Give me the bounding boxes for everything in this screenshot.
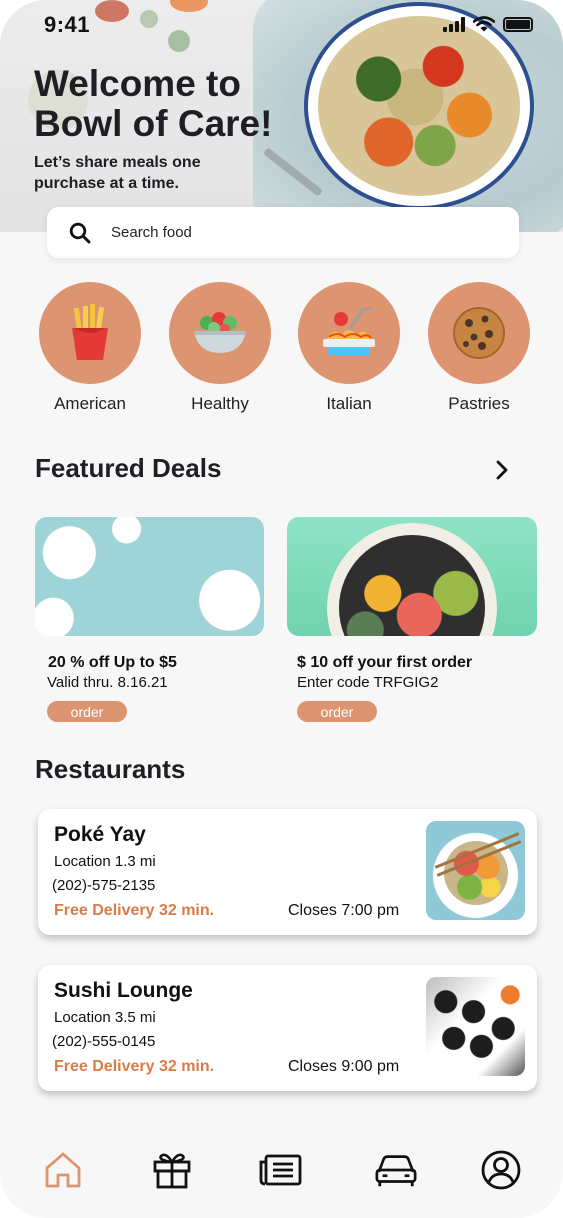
restaurant-closing-time: Closes 7:00 pm bbox=[288, 902, 400, 919]
gift-icon bbox=[153, 1153, 191, 1189]
search-input[interactable] bbox=[111, 224, 491, 241]
cookie-icon bbox=[453, 307, 505, 359]
hero-banner: 9:41 Welcome to Bowl of Care! Let’s shar… bbox=[0, 0, 563, 232]
category-healthy[interactable]: Healthy bbox=[168, 282, 272, 414]
nav-profile[interactable] bbox=[479, 1148, 523, 1192]
deal-card-1[interactable]: 20 % off Up to $5 Valid thru. 8.16.21 or… bbox=[35, 517, 264, 722]
news-icon bbox=[259, 1154, 302, 1186]
fries-icon bbox=[72, 304, 108, 360]
deal-subtitle: Valid thru. 8.16.21 bbox=[47, 674, 168, 691]
restaurant-name: Sushi Lounge bbox=[54, 979, 193, 1002]
restaurant-card-sushi-lounge[interactable]: Sushi Lounge Location 3.5 mi (202)-555-0… bbox=[38, 965, 537, 1091]
car-icon bbox=[375, 1155, 417, 1187]
order-button[interactable]: order bbox=[47, 701, 127, 722]
restaurant-image-sushi bbox=[426, 977, 525, 1076]
deal-subtitle: Enter code TRFGIG2 bbox=[297, 674, 439, 691]
category-pastries[interactable]: Pastries bbox=[427, 282, 531, 414]
nav-home[interactable] bbox=[41, 1148, 85, 1192]
chevron-right-icon[interactable] bbox=[492, 459, 512, 481]
deal-title: $ 10 off your first order bbox=[297, 654, 473, 671]
status-time: 9:41 bbox=[44, 12, 91, 37]
bottom-navigation bbox=[0, 1130, 563, 1218]
search-bar[interactable] bbox=[47, 207, 519, 258]
signal-icon bbox=[443, 16, 465, 32]
category-label: Pastries bbox=[448, 394, 510, 413]
category-italian[interactable]: Italian bbox=[297, 282, 401, 414]
restaurant-location: Location 3.5 mi bbox=[54, 1009, 156, 1026]
category-pastries-circle[interactable] bbox=[428, 282, 530, 384]
category-american-circle[interactable] bbox=[39, 282, 141, 384]
restaurant-phone[interactable]: (202)-555-0145 bbox=[52, 1033, 155, 1050]
status-icons bbox=[443, 16, 533, 32]
restaurant-name: Poké Yay bbox=[54, 823, 146, 846]
nav-news[interactable] bbox=[258, 1148, 302, 1192]
category-italian-circle[interactable] bbox=[298, 282, 400, 384]
deal-image-poke-bowl[interactable] bbox=[287, 517, 537, 636]
salad-icon bbox=[194, 312, 246, 353]
pasta-icon bbox=[323, 307, 375, 355]
profile-icon bbox=[481, 1150, 521, 1190]
deal-image-salads[interactable] bbox=[35, 517, 264, 636]
search-icon bbox=[69, 222, 91, 243]
home-icon bbox=[45, 1152, 81, 1188]
restaurant-image-poke bbox=[426, 821, 525, 920]
restaurants-title: Restaurants bbox=[35, 754, 186, 784]
restaurant-phone[interactable]: (202)-575-2135 bbox=[52, 877, 155, 894]
hero-title: Welcome to Bowl of Care! bbox=[34, 63, 273, 144]
restaurant-card-poke-yay[interactable]: Poké Yay Location 1.3 mi (202)-575-2135 … bbox=[38, 809, 537, 935]
category-american[interactable]: American bbox=[38, 282, 142, 414]
nav-gifts[interactable] bbox=[150, 1148, 194, 1192]
restaurant-location: Location 1.3 mi bbox=[54, 853, 156, 870]
restaurant-closing-time: Closes 9:00 pm bbox=[288, 1058, 400, 1075]
restaurant-delivery: Free Delivery 32 min. bbox=[54, 902, 215, 919]
deal-card-2[interactable]: $ 10 off your first order Enter code TRF… bbox=[287, 517, 537, 722]
wifi-icon bbox=[473, 16, 495, 32]
hero-bowl-image bbox=[304, 2, 534, 210]
featured-deals-title: Featured Deals bbox=[35, 453, 222, 483]
category-healthy-circle[interactable] bbox=[169, 282, 271, 384]
hero-subtitle: Let’s share meals one purchase at a time… bbox=[34, 154, 201, 192]
category-label: American bbox=[54, 394, 126, 413]
nav-delivery[interactable] bbox=[374, 1148, 418, 1192]
deal-title: 20 % off Up to $5 bbox=[48, 654, 177, 671]
category-label: Healthy bbox=[191, 394, 249, 413]
restaurant-delivery: Free Delivery 32 min. bbox=[54, 1058, 215, 1075]
phone-screen: 9:41 Welcome to Bowl of Care! Let’s shar… bbox=[0, 0, 563, 1218]
battery-icon bbox=[503, 16, 533, 32]
order-button[interactable]: order bbox=[297, 701, 377, 722]
category-label: Italian bbox=[326, 394, 372, 413]
